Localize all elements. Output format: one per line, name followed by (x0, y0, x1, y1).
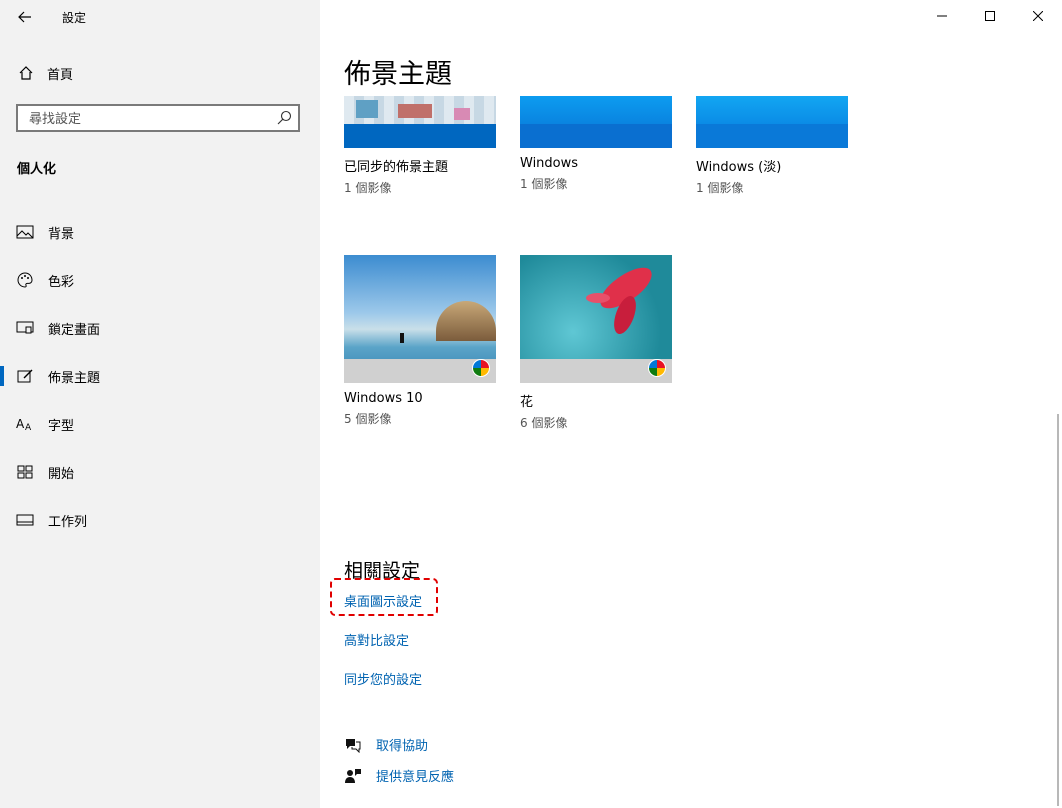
feedback-link[interactable]: 提供意見反應 (344, 766, 454, 785)
theme-name: 已同步的佈景主題 (344, 160, 449, 175)
theme-name: Windows (淡) (696, 160, 782, 175)
theme-thumbnail (520, 96, 672, 148)
sidebar-item-label: 色彩 (48, 274, 75, 290)
app-title: 設定 (62, 11, 87, 25)
theme-thumbnail (696, 96, 848, 148)
sync-settings-link[interactable]: 同步您的設定 (344, 669, 422, 688)
sidebar-item-taskbar[interactable]: 工作列 (0, 496, 320, 544)
picture-icon (16, 223, 34, 241)
maximize-icon (985, 11, 995, 21)
desktop-icon-settings-link[interactable]: 桌面圖示設定 (344, 591, 422, 610)
close-button[interactable] (1014, 0, 1062, 32)
back-arrow-icon (18, 11, 31, 23)
feedback-icon (344, 767, 362, 785)
theme-image-count: 6 個影像 (520, 416, 568, 430)
maximize-button[interactable] (966, 0, 1014, 32)
svg-text:A: A (16, 417, 25, 431)
palette-icon (16, 271, 34, 289)
sidebar-nav: 背景 色彩 鎖定畫面 佈景主題 AA 字型 開始 工作列 (0, 208, 320, 544)
theme-thumbnail (344, 96, 496, 148)
theme-tile-flowers[interactable]: 花 6 個影像 (520, 255, 672, 431)
sidebar-item-label: 背景 (48, 226, 75, 242)
font-icon: AA (16, 415, 34, 433)
theme-tile-windows[interactable]: Windows 1 個影像 (520, 96, 672, 192)
color-swatch-icon (648, 359, 666, 377)
home-nav-item[interactable]: 首頁 (0, 58, 320, 88)
sidebar-item-themes[interactable]: 佈景主題 (0, 352, 320, 400)
title-bar-left: 設定 (0, 0, 320, 34)
close-icon (1033, 11, 1043, 21)
theme-brush-icon (16, 367, 34, 385)
theme-thumbnail (344, 255, 496, 383)
taskbar-icon (16, 511, 34, 529)
theme-thumbnail (520, 255, 672, 383)
theme-tile-windows-light[interactable]: Windows (淡) 1 個影像 (696, 96, 848, 196)
get-help-label: 取得協助 (376, 739, 429, 754)
theme-image-count: 5 個影像 (344, 412, 392, 426)
minimize-icon (937, 15, 947, 17)
page-title: 佈景主題 (344, 59, 452, 90)
minimize-button[interactable] (918, 0, 966, 32)
search-icon[interactable] (276, 110, 292, 126)
sidebar-item-lock-screen[interactable]: 鎖定畫面 (0, 304, 320, 352)
svg-text:A: A (25, 423, 32, 432)
sidebar-item-label: 開始 (48, 466, 75, 482)
get-help-link[interactable]: 取得協助 (344, 735, 428, 754)
sidebar-item-colors[interactable]: 色彩 (0, 256, 320, 304)
theme-image-count: 1 個影像 (520, 177, 568, 191)
theme-name: Windows (520, 156, 579, 171)
scrollbar[interactable] (1057, 414, 1059, 806)
sidebar: 設定 首頁 個人化 背景 色彩 (0, 0, 320, 808)
main-content: 佈景主題 已同步的佈景主題 1 個影像 Windows 1 個影像 Window… (320, 0, 1062, 808)
theme-name: 花 (520, 395, 534, 410)
high-contrast-settings-link[interactable]: 高對比設定 (344, 630, 409, 649)
sidebar-item-label: 工作列 (48, 514, 88, 530)
home-label: 首頁 (47, 67, 74, 83)
sidebar-item-label: 字型 (48, 418, 75, 434)
search-input[interactable] (27, 106, 271, 132)
search-box (16, 104, 300, 132)
color-swatch-icon (472, 359, 490, 377)
theme-tile-windows-10[interactable]: Windows 10 5 個影像 (344, 255, 496, 427)
sidebar-item-label: 佈景主題 (48, 370, 101, 386)
theme-image-count: 1 個影像 (696, 181, 744, 195)
section-label: 個人化 (17, 162, 57, 177)
feedback-label: 提供意見反應 (376, 770, 455, 785)
sidebar-item-start[interactable]: 開始 (0, 448, 320, 496)
sidebar-item-label: 鎖定畫面 (48, 322, 101, 338)
theme-image-count: 1 個影像 (344, 181, 392, 195)
back-button[interactable] (12, 6, 38, 28)
home-icon (17, 64, 35, 82)
start-icon (16, 463, 34, 481)
chat-help-icon (344, 736, 362, 754)
sidebar-item-background[interactable]: 背景 (0, 208, 320, 256)
lock-screen-icon (16, 319, 34, 337)
sidebar-item-fonts[interactable]: AA 字型 (0, 400, 320, 448)
theme-name: Windows 10 (344, 391, 423, 406)
window-controls (918, 0, 1062, 32)
theme-tile-synced[interactable]: 已同步的佈景主題 1 個影像 (344, 96, 496, 196)
